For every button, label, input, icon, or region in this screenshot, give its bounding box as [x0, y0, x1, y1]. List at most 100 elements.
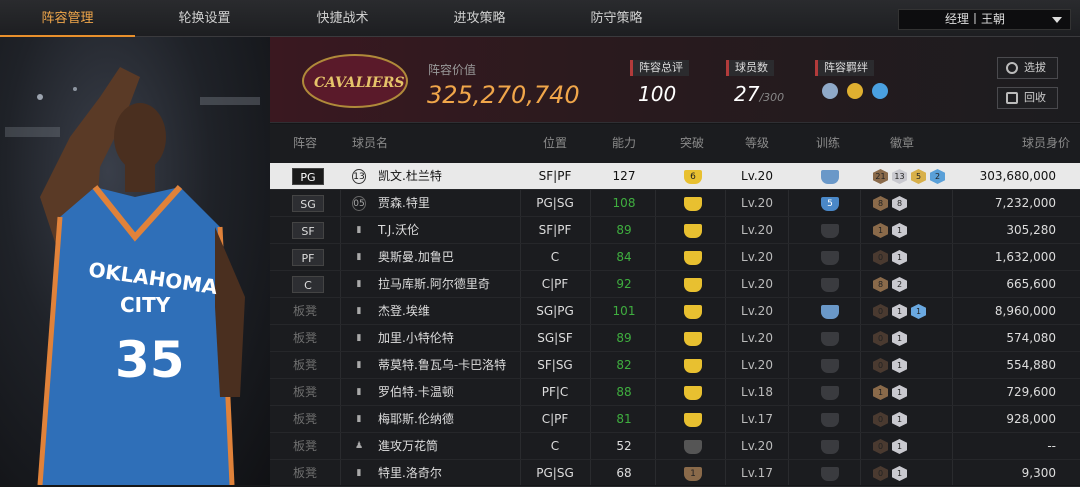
player-name[interactable]: 奥斯曼.加鲁巴 — [378, 244, 454, 271]
player-level: Lv.20 — [741, 304, 773, 318]
player-row[interactable]: SG 05 贾森.特里 PG|SG 108 Lv.20 5 8 8 7,232,000 — [270, 190, 1080, 217]
player-row[interactable]: 板凳 ▮ 梅耶斯.伦纳德 C|PF 81 Lv.17 0 1 928,000 — [270, 406, 1080, 433]
recycle-icon — [1006, 92, 1018, 104]
signal-icon: ▮ — [356, 333, 362, 343]
player-name[interactable]: T.J.沃伦 — [378, 217, 419, 244]
player-name[interactable]: 梅耶斯.伦纳德 — [378, 406, 454, 433]
breakthrough-badge: 1 — [684, 467, 702, 481]
badge-icon[interactable]: 1 — [892, 466, 907, 481]
badge-icon[interactable]: 1 — [911, 304, 926, 319]
player-price: 554,880 — [1006, 358, 1056, 372]
col-header-name[interactable]: 球员名 — [340, 124, 400, 162]
player-row[interactable]: 板凳 ♟ 進攻万花筒 C 52 Lv.20 0 1 -- — [270, 433, 1080, 460]
badge-icon[interactable]: 0 — [873, 304, 888, 319]
player-row[interactable]: 板凳 ▮ 罗伯特.卡温顿 PF|C 88 Lv.18 1 1 729,600 — [270, 379, 1080, 406]
badge-icon[interactable]: 0 — [873, 331, 888, 346]
tab-offense[interactable]: 进攻策略 — [412, 0, 547, 37]
bond-icon[interactable] — [822, 83, 838, 99]
badge-icon[interactable]: 1 — [892, 304, 907, 319]
badge-icon[interactable]: 1 — [873, 385, 888, 400]
manager-dropdown[interactable]: 经理丨王朝 — [898, 9, 1071, 30]
badge-icon[interactable]: 0 — [873, 439, 888, 454]
jersey-number-badge: 05 — [352, 196, 366, 211]
badge-icon[interactable]: 2 — [930, 169, 945, 184]
player-name[interactable]: 蒂莫特.鲁瓦乌-卡巴洛特 — [378, 352, 506, 379]
col-header-breakthrough[interactable]: 突破 — [662, 124, 722, 162]
badge-icon[interactable]: 1 — [892, 331, 907, 346]
value-label: 阵容价值 — [428, 63, 477, 77]
player-row[interactable]: PG 13 凯文.杜兰特 SF|PF 127 6 Lv.20 21 13 5 2 303,680,00… — [270, 163, 1080, 190]
badge-icon[interactable]: 21 — [873, 169, 888, 184]
lineup-header: CAVALIERS 阵容价值 325,270,740 阵容总评 100 球员数 … — [270, 37, 1080, 123]
player-name[interactable]: 贾森.特里 — [378, 190, 430, 217]
player-row[interactable]: SF ▮ T.J.沃伦 SF|PF 89 Lv.20 1 1 305,280 — [270, 217, 1080, 244]
badge-icon[interactable]: 1 — [892, 412, 907, 427]
player-row[interactable]: PF ▮ 奥斯曼.加鲁巴 C 84 Lv.20 0 1 1,632,000 — [270, 244, 1080, 271]
col-header-badges[interactable]: 徽章 — [862, 124, 942, 162]
player-name[interactable]: 加里.小特伦特 — [378, 325, 454, 352]
player-name[interactable]: 凯文.杜兰特 — [378, 163, 442, 190]
tab-rotation[interactable]: 轮换设置 — [137, 0, 272, 37]
badge-icon[interactable]: 0 — [873, 250, 888, 265]
player-position: SF|SG — [537, 358, 573, 372]
lineup-rating: 100 — [638, 82, 677, 106]
badge-icon[interactable]: 1 — [892, 223, 907, 238]
bench-label: 板凳 — [292, 358, 317, 372]
badge-icon[interactable]: 0 — [873, 358, 888, 373]
player-price: 7,232,000 — [994, 196, 1056, 210]
player-row[interactable]: C ▮ 拉马库斯.阿尔德里奇 C|PF 92 Lv.20 8 2 665,600 — [270, 271, 1080, 298]
select-button[interactable]: 选拔 — [997, 57, 1058, 79]
player-position: SG|PG — [536, 304, 574, 318]
col-header-training[interactable]: 训练 — [798, 124, 858, 162]
badge-icon[interactable]: 0 — [873, 466, 888, 481]
col-header-position[interactable]: 位置 — [520, 124, 590, 162]
player-name[interactable]: 特里.洛奇尔 — [378, 460, 442, 487]
badge-icon[interactable]: 2 — [892, 277, 907, 292]
player-row[interactable]: 板凳 ▮ 加里.小特伦特 SG|SF 89 Lv.20 0 1 574,080 — [270, 325, 1080, 352]
player-price: 305,280 — [1006, 223, 1056, 237]
col-header-ability[interactable]: 能力 — [594, 124, 654, 162]
tab-defense[interactable]: 防守策略 — [549, 0, 684, 37]
bond-icon[interactable] — [847, 83, 864, 99]
player-level: Lv.20 — [741, 169, 773, 183]
badge-icon[interactable]: 13 — [892, 169, 907, 184]
player-count: 27/300 — [734, 82, 784, 106]
badge-icon[interactable]: 1 — [892, 250, 907, 265]
player-row[interactable]: 板凳 ▮ 蒂莫特.鲁瓦乌-卡巴洛特 SF|SG 82 Lv.20 0 1 554,880 — [270, 352, 1080, 379]
breakthrough-badge: 6 — [684, 170, 702, 184]
badge-icon[interactable]: 8 — [873, 277, 888, 292]
badge-icon[interactable]: 5 — [911, 169, 926, 184]
badge-icon[interactable]: 8 — [873, 196, 888, 211]
recycle-button[interactable]: 回收 — [997, 87, 1058, 109]
signal-icon: ▮ — [356, 387, 362, 397]
badge-icon[interactable]: 0 — [873, 412, 888, 427]
player-row[interactable]: 板凳 ▮ 特里.洛奇尔 PG|SG 68 1 Lv.17 0 1 9,300 — [270, 460, 1080, 487]
crown-icon — [684, 305, 702, 319]
player-price: 8,960,000 — [994, 304, 1056, 318]
col-header-slot[interactable]: 阵容 — [270, 124, 340, 162]
badge-icon[interactable]: 1 — [892, 439, 907, 454]
player-name[interactable]: 拉马库斯.阿尔德里奇 — [378, 271, 490, 298]
manager-label: 经理丨王朝 — [945, 12, 1006, 26]
training-icon — [821, 170, 839, 184]
slot-badge: SG — [292, 195, 324, 212]
bond-icon[interactable] — [872, 83, 889, 99]
player-level: Lv.20 — [741, 196, 773, 210]
col-header-price[interactable]: 球员身价 — [960, 124, 1070, 162]
badge-icon[interactable]: 1 — [892, 358, 907, 373]
badge-icon[interactable]: 1 — [892, 385, 907, 400]
player-row[interactable]: 板凳 ▮ 杰登.埃维 SG|PG 101 Lv.20 0 1 1 8,960,000 — [270, 298, 1080, 325]
player-name[interactable]: 罗伯特.卡温顿 — [378, 379, 454, 406]
player-ability: 89 — [616, 331, 632, 345]
player-name[interactable]: 進攻万花筒 — [378, 433, 438, 460]
tab-lineup[interactable]: 阵容管理 — [0, 0, 135, 37]
badge-icon[interactable]: 8 — [892, 196, 907, 211]
player-name[interactable]: 杰登.埃维 — [378, 298, 430, 325]
badge-icon[interactable]: 1 — [873, 223, 888, 238]
tab-quick-tactics[interactable]: 快捷战术 — [275, 0, 410, 37]
col-header-level[interactable]: 等级 — [727, 124, 787, 162]
crown-icon — [684, 332, 702, 346]
jersey-number-badge: 13 — [352, 169, 366, 184]
player-ability: 127 — [612, 169, 636, 183]
crown-icon — [684, 278, 702, 292]
